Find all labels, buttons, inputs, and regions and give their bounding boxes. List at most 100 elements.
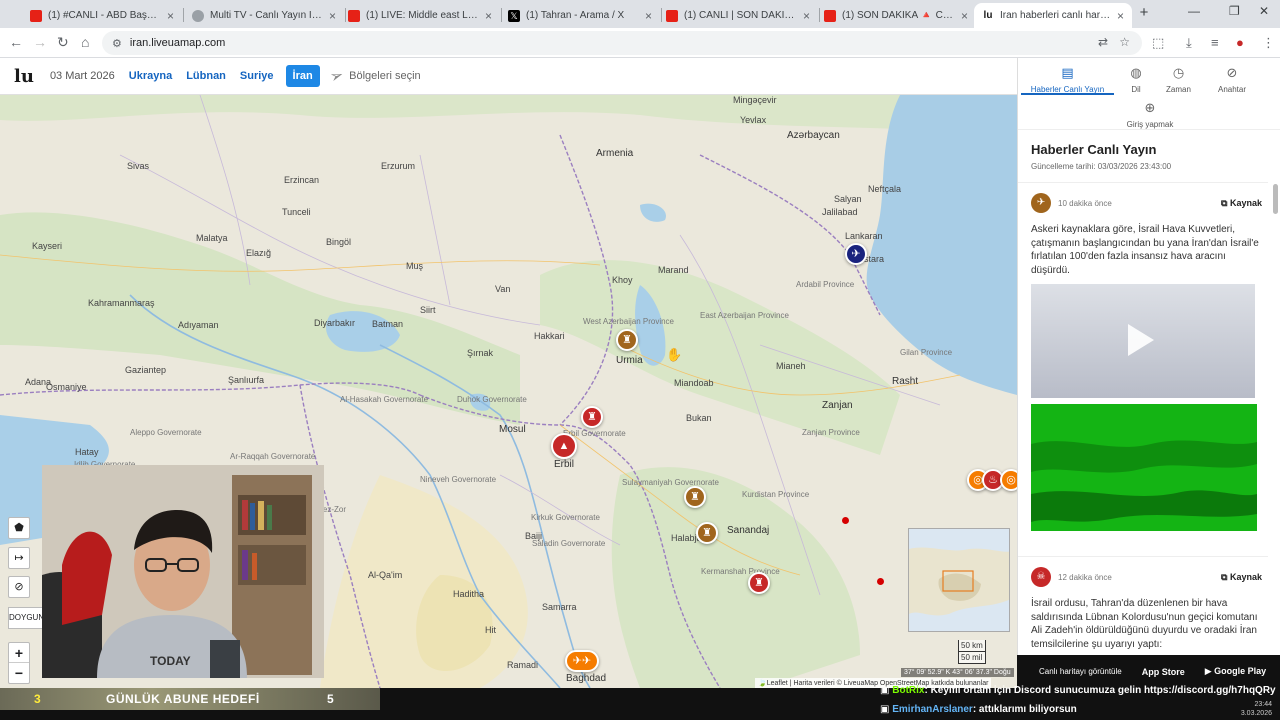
place-label: Mianeh [776, 361, 806, 371]
reload-icon[interactable]: ↻ [57, 34, 69, 51]
place-label: Azərbaycan [787, 130, 840, 141]
youtube-icon [824, 9, 836, 22]
province-label: Zanjan Province [802, 428, 860, 437]
province-label: West Azerbaijan Province [583, 317, 675, 326]
browser-tab[interactable]: Multi TV - Canlı Yayın İzleme Pl × [184, 3, 344, 28]
tab-language[interactable]: ◍ Dil [1121, 65, 1151, 94]
news-image[interactable] [1031, 404, 1257, 531]
tab-news-live[interactable]: ▤ Haberler Canlı Yayın [1021, 65, 1114, 94]
close-icon[interactable]: × [961, 9, 968, 23]
browser-tab[interactable]: (1) #CANLI - ABD Başkanı Dona × [22, 3, 182, 28]
province-label: Nineveh Governorate [420, 475, 497, 484]
close-icon[interactable]: × [803, 9, 810, 23]
event-dot[interactable] [842, 517, 849, 524]
nav-ukrayna[interactable]: Ukrayna [129, 70, 172, 82]
site-logo[interactable]: lu [14, 66, 34, 87]
nav-lubnan[interactable]: Lübnan [186, 70, 226, 82]
province-label: Ar-Raqqah Governorate [230, 452, 316, 461]
province-label: Duhok Governorate [457, 395, 527, 404]
event-marker-aircraft[interactable]: ✈ [845, 243, 867, 265]
measure-icon[interactable]: ↦ [8, 547, 30, 569]
event-marker-attack[interactable]: ♜ [581, 406, 603, 428]
home-icon[interactable]: ⌂ [81, 34, 89, 50]
chat-message: ▣ BotRix: Keyifli ortam için Discord sun… [880, 685, 1276, 696]
close-window-icon[interactable]: ✕ [1259, 4, 1269, 18]
youtube-icon [666, 9, 678, 22]
new-tab-button[interactable]: + [1136, 5, 1152, 21]
minimap[interactable] [908, 528, 1010, 632]
news-video[interactable] [1031, 284, 1255, 398]
minimize-icon[interactable]: — [1188, 4, 1200, 18]
address-bar[interactable]: ⚙ iran.liveuamap.com ⇄ ☆ [102, 31, 1142, 55]
play-icon[interactable] [1128, 324, 1154, 356]
place-label: Şanlıurfa [228, 375, 265, 385]
map-canvas[interactable]: Sivas Erzurum Kayseri Kahramanmaraş Diya… [0, 95, 1017, 688]
saturation-toggle[interactable]: DOYGUN [8, 607, 44, 629]
event-marker-missile[interactable]: ♜ [748, 572, 770, 594]
browser-tab[interactable]: (1) LIVE: Middle east LIVE HD C × [340, 3, 500, 28]
place-label: Samarra [542, 602, 577, 612]
event-marker-cluster[interactable]: ✈✈ [565, 650, 599, 672]
place-label: Marand [658, 265, 689, 275]
zoom-in-button[interactable]: + [9, 643, 29, 663]
event-marker-explosion[interactable]: ▲ [551, 433, 577, 459]
extensions-icon[interactable]: ⬚ [1152, 35, 1164, 51]
download-icon[interactable]: ⤓ [1186, 35, 1192, 51]
place-label: Rasht [892, 376, 919, 387]
bookmark-star-icon[interactable]: ☆ [1119, 35, 1130, 49]
place-label: Lankaran [845, 231, 883, 241]
place-label: Salyan [834, 194, 862, 204]
tab-key[interactable]: ⊘ Anahtar [1212, 65, 1252, 94]
maximize-icon[interactable]: ❐ [1229, 4, 1240, 18]
place-label: Gaziantep [125, 365, 167, 375]
news-item[interactable]: ✈ 10 dakika önce ⧉ Kaynak Askeri kaynakl… [1018, 182, 1268, 554]
region-select[interactable]: ➢ Bölgeleri seçin [327, 66, 420, 87]
province-label: Kermanshah Province [701, 567, 780, 576]
place-label: Mingəçevir [733, 95, 777, 105]
place-label: Batman [372, 319, 404, 329]
media-icon[interactable]: ≡ [1211, 35, 1219, 50]
close-icon[interactable]: × [167, 9, 174, 23]
site-info-icon[interactable]: ⚙ [112, 37, 122, 50]
draw-polygon-icon[interactable]: ⬟ [8, 517, 30, 539]
browser-tab[interactable]: 𝕏 (1) Tahran - Arama / X × [500, 3, 660, 28]
back-icon[interactable]: ← [9, 34, 23, 50]
app-store-link[interactable]: App Store [1142, 667, 1185, 677]
nav-suriye[interactable]: Suriye [240, 70, 274, 82]
tab-time[interactable]: ◷ Zaman [1161, 65, 1196, 94]
hand-cursor-icon: ✋ [666, 347, 683, 362]
view-live-map-label[interactable]: Canlı haritayı görüntüle [1039, 667, 1122, 676]
event-marker-attack[interactable]: ♜ [684, 486, 706, 508]
news-icon: ▤ [1061, 65, 1074, 80]
webcam-overlay: TODAY [42, 465, 324, 678]
menu-kebab-icon[interactable]: ⋮ [1262, 35, 1275, 51]
green-video-frame [1031, 404, 1257, 531]
translate-icon[interactable]: ⇄ [1098, 35, 1108, 49]
source-link[interactable]: ⧉ Kaynak [1221, 198, 1262, 209]
panel-scrollbar[interactable] [1273, 184, 1278, 214]
place-label: Khoy [612, 275, 633, 285]
hide-layers-icon[interactable]: ⊘ [8, 576, 30, 598]
tab-login[interactable]: ⊕ Giriş yapmak [1125, 100, 1175, 129]
browser-tab[interactable]: (1) CANLI | SON DAKİKA | DUB × [658, 3, 818, 28]
event-marker-attack[interactable]: ♜ [696, 522, 718, 544]
browser-tab[interactable]: (1) SON DAKİKA 🔺 Cumhurbaş × [816, 3, 976, 28]
event-marker-cluster[interactable]: ◎ [1000, 469, 1017, 491]
close-icon[interactable]: × [329, 9, 336, 23]
chat-message: ▣ EmirhanArslaner: attıklarımı biliyorsu… [880, 704, 1077, 715]
event-marker-attack[interactable]: ♜ [616, 329, 638, 351]
source-link[interactable]: ⧉ Kaynak [1221, 572, 1262, 583]
news-item[interactable]: ☠ 12 dakika önce ⧉ Kaynak İsrail ordusu,… [1018, 556, 1268, 655]
event-dot[interactable] [877, 578, 884, 585]
globe-icon [192, 9, 204, 22]
subscriber-goal-bar: 3 GÜNLÜK ABUNE HEDEFİ 5 [0, 688, 380, 710]
browser-tab-active[interactable]: lu İran haberleri canlı harita üzeri × [974, 3, 1132, 28]
close-icon[interactable]: × [645, 9, 652, 23]
google-play-link[interactable]: ▶ Google Play [1205, 666, 1266, 677]
close-icon[interactable]: × [485, 9, 492, 23]
forward-icon[interactable]: → [33, 34, 47, 50]
close-icon[interactable]: × [1117, 9, 1124, 23]
zoom-out-button[interactable]: − [9, 663, 29, 683]
nav-iran[interactable]: İran [285, 65, 320, 87]
profile-avatar-icon[interactable]: ● [1236, 35, 1244, 50]
